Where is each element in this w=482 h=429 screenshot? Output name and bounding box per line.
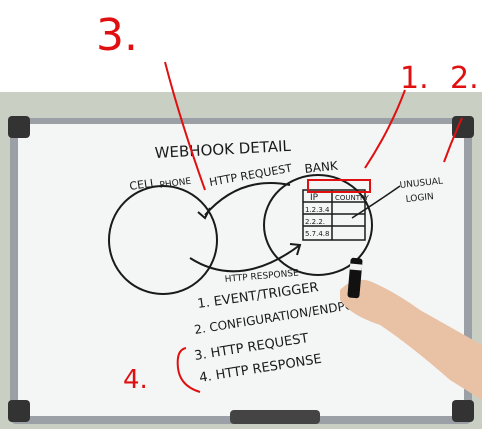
- table-row-1: 1.2.3.4: [305, 206, 330, 214]
- annotation-2: 2.: [450, 61, 479, 96]
- marker-band: [349, 263, 363, 271]
- annotation-3: 3.: [96, 10, 138, 61]
- frame-corner-tl: [8, 116, 30, 138]
- table-row-2: 2.2.2.: [305, 218, 325, 226]
- marker-tray: [230, 410, 320, 424]
- frame-corner-bl: [8, 400, 30, 422]
- table-col-country: COUNTRY: [335, 194, 369, 202]
- table-row-3: 5.7.4.8: [305, 230, 330, 238]
- scene: IP COUNTRY 1.2.3.4 2.2.2. 5.7.4.8 WEBHOO…: [0, 0, 482, 429]
- frame-corner-br: [452, 400, 474, 422]
- table-col-ip: IP: [310, 193, 319, 203]
- annotation-4: 4.: [123, 365, 148, 395]
